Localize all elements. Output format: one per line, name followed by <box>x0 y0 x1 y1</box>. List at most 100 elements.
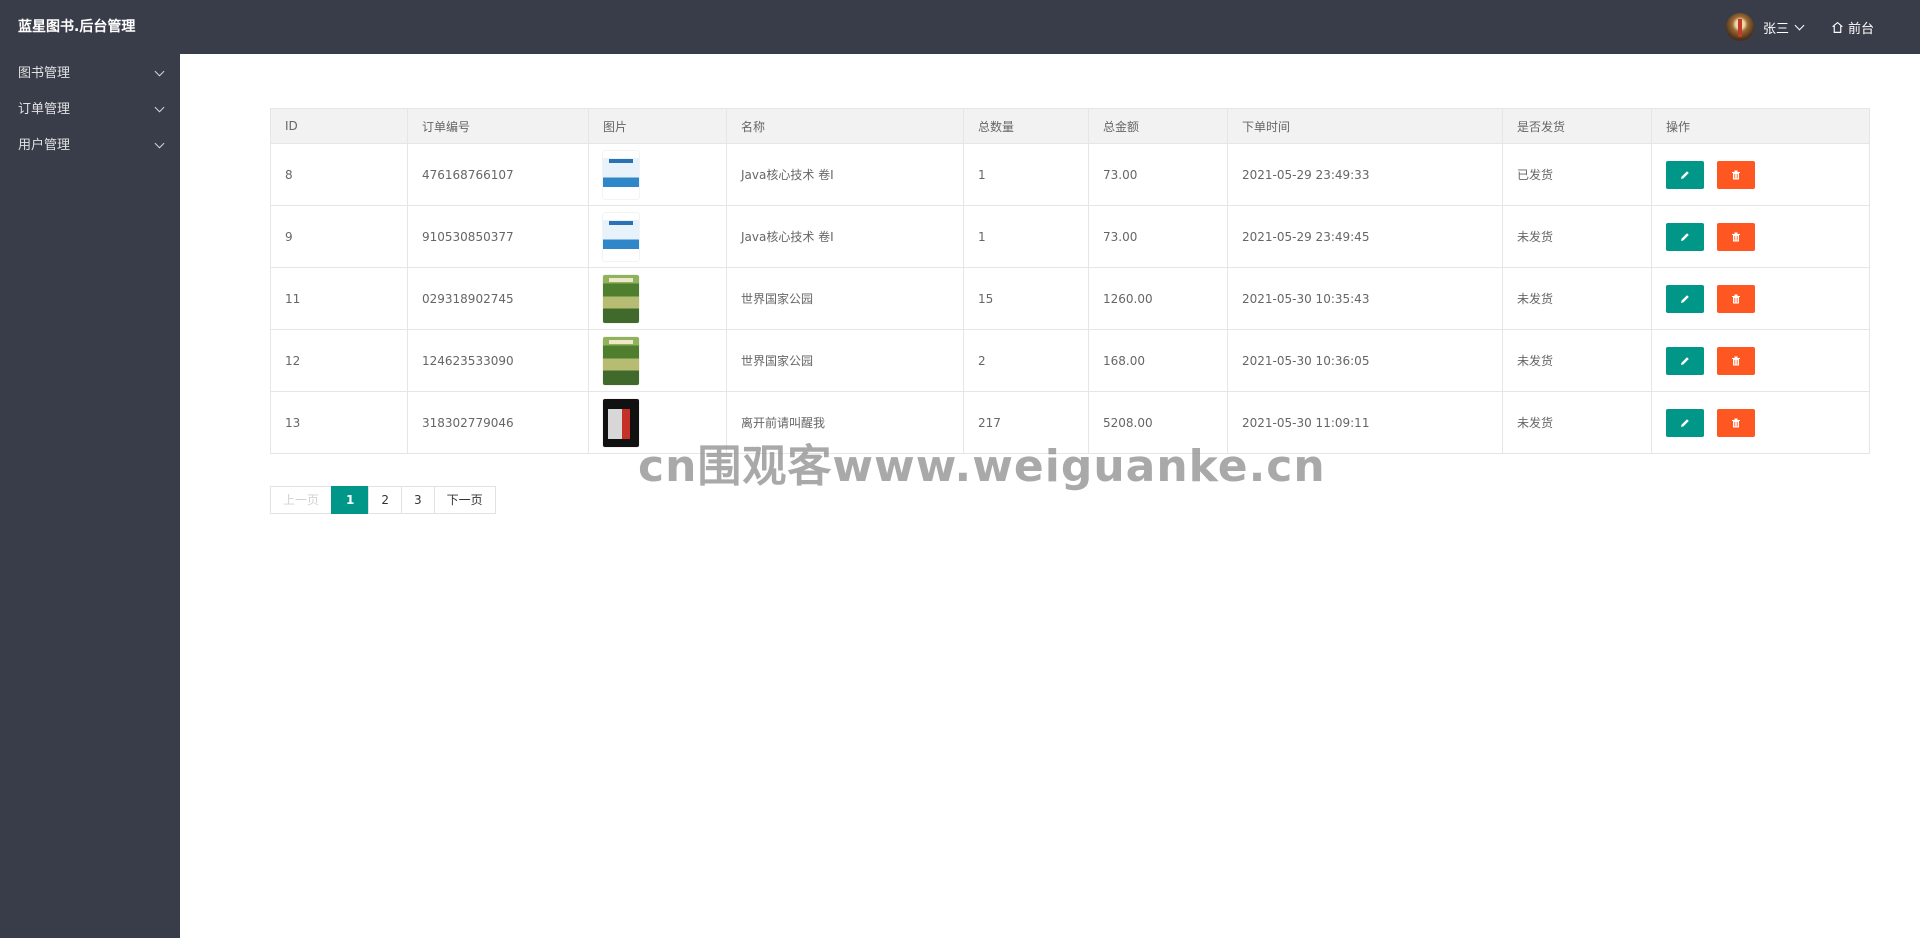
cell-amount: 5208.00 <box>1088 391 1228 454</box>
sidebar-item-users[interactable]: 用户管理 <box>0 128 180 164</box>
trash-icon <box>1732 356 1740 365</box>
cell-image <box>588 205 727 268</box>
cell-time: 2021-05-30 11:09:11 <box>1227 391 1503 454</box>
trash-icon <box>1732 294 1740 303</box>
column-header-order-no: 订单编号 <box>407 108 589 144</box>
cell-amount: 73.00 <box>1088 143 1228 206</box>
cell-id: 11 <box>270 267 408 330</box>
cell-image <box>588 391 727 454</box>
cell-amount: 1260.00 <box>1088 267 1228 330</box>
cell-id: 8 <box>270 143 408 206</box>
pencil-icon <box>1681 294 1689 303</box>
edit-button[interactable] <box>1666 160 1704 189</box>
delete-button[interactable] <box>1717 160 1755 189</box>
column-header-image: 图片 <box>588 108 727 144</box>
cell-order-no: 476168766107 <box>407 143 589 206</box>
pencil-icon <box>1681 356 1689 365</box>
cell-time: 2021-05-29 23:49:45 <box>1227 205 1503 268</box>
cell-order-no: 318302779046 <box>407 391 589 454</box>
cell-order-no: 124623533090 <box>407 329 589 392</box>
cell-name: Java核心技术 卷I <box>726 143 964 206</box>
frontend-link-label[interactable]: 前台 <box>1848 18 1874 37</box>
table-row: 12 124623533090 世界国家公园 2 168.00 2021-05-… <box>270 329 1870 392</box>
column-header-time: 下单时间 <box>1227 108 1503 144</box>
cell-quantity: 15 <box>963 267 1089 330</box>
book-cover-image <box>603 150 639 199</box>
pagination: 上一页 1 2 3 下一页 <box>270 486 496 514</box>
book-cover-image <box>603 336 639 385</box>
cell-shipped: 未发货 <box>1502 205 1652 268</box>
cell-amount: 168.00 <box>1088 329 1228 392</box>
cell-id: 9 <box>270 205 408 268</box>
delete-button[interactable] <box>1717 284 1755 313</box>
frontend-link[interactable]: 前台 <box>1831 18 1874 37</box>
home-icon <box>1832 21 1843 33</box>
cell-name: 离开前请叫醒我 <box>726 391 964 454</box>
cell-quantity: 1 <box>963 205 1089 268</box>
sidebar-item-label: 用户管理 <box>18 138 71 153</box>
cell-actions <box>1651 205 1870 268</box>
cell-shipped: 未发货 <box>1502 267 1652 330</box>
table-row: 8 476168766107 Java核心技术 卷I 1 73.00 2021-… <box>270 143 1870 206</box>
cell-time: 2021-05-30 10:36:05 <box>1227 329 1503 392</box>
cell-shipped: 未发货 <box>1502 391 1652 454</box>
page-1-button[interactable]: 1 <box>331 486 370 514</box>
cell-id: 12 <box>270 329 408 392</box>
orders-table: ID 订单编号 图片 名称 总数量 总金额 下单时间 是否发货 操作 8 476… <box>270 108 1870 454</box>
page-2-button[interactable]: 2 <box>368 486 403 514</box>
cell-id: 13 <box>270 391 408 454</box>
cell-actions <box>1651 267 1870 330</box>
cell-name: 世界国家公园 <box>726 267 964 330</box>
cell-name: 世界国家公园 <box>726 329 964 392</box>
prev-page-button[interactable]: 上一页 <box>270 486 333 514</box>
page-3-button[interactable]: 3 <box>401 486 435 514</box>
app-title[interactable]: 蓝星图书.后台管理 <box>18 0 135 54</box>
book-cover-image <box>603 398 639 447</box>
book-cover-image <box>603 212 639 261</box>
chevron-down-icon <box>154 102 165 113</box>
cell-actions <box>1651 329 1870 392</box>
column-header-quantity: 总数量 <box>963 108 1089 144</box>
cell-image <box>588 329 727 392</box>
column-header-amount: 总金额 <box>1088 108 1228 144</box>
cell-image <box>588 143 727 206</box>
trash-icon <box>1732 418 1740 427</box>
cell-actions <box>1651 391 1870 454</box>
cell-shipped: 未发货 <box>1502 329 1652 392</box>
edit-button[interactable] <box>1666 346 1704 375</box>
edit-button[interactable] <box>1666 284 1704 313</box>
delete-button[interactable] <box>1717 346 1755 375</box>
main-content: ID 订单编号 图片 名称 总数量 总金额 下单时间 是否发货 操作 8 476… <box>180 54 1920 938</box>
chevron-down-icon[interactable] <box>1794 20 1805 30</box>
delete-button[interactable] <box>1717 408 1755 437</box>
column-header-shipped: 是否发货 <box>1502 108 1652 144</box>
cell-image <box>588 267 727 330</box>
trash-icon <box>1732 170 1740 179</box>
edit-button[interactable] <box>1666 408 1704 437</box>
user-area: 张三 前台 <box>1726 0 1874 54</box>
sidebar-item-books[interactable]: 图书管理 <box>0 56 180 92</box>
cell-shipped: 已发货 <box>1502 143 1652 206</box>
cell-order-no: 910530850377 <box>407 205 589 268</box>
book-cover-image <box>603 274 639 323</box>
delete-button[interactable] <box>1717 222 1755 251</box>
column-header-name: 名称 <box>726 108 964 144</box>
cell-order-no: 029318902745 <box>407 267 589 330</box>
sidebar-item-orders[interactable]: 订单管理 <box>0 92 180 128</box>
cell-amount: 73.00 <box>1088 205 1228 268</box>
cell-quantity: 217 <box>963 391 1089 454</box>
sidebar: 图书管理 订单管理 用户管理 <box>0 54 180 938</box>
column-header-id: ID <box>270 108 408 144</box>
user-name[interactable]: 张三 <box>1763 18 1789 37</box>
chevron-down-icon <box>154 66 165 77</box>
top-header: 蓝星图书.后台管理 张三 前台 <box>0 0 1920 54</box>
edit-button[interactable] <box>1666 222 1704 251</box>
column-header-actions: 操作 <box>1651 108 1870 144</box>
user-avatar[interactable] <box>1726 13 1754 41</box>
next-page-button[interactable]: 下一页 <box>433 486 496 514</box>
cell-quantity: 1 <box>963 143 1089 206</box>
table-row: 13 318302779046 离开前请叫醒我 217 5208.00 2021… <box>270 391 1870 454</box>
pencil-icon <box>1681 418 1689 427</box>
sidebar-item-label: 图书管理 <box>18 66 71 81</box>
table-header-row: ID 订单编号 图片 名称 总数量 总金额 下单时间 是否发货 操作 <box>270 108 1870 144</box>
